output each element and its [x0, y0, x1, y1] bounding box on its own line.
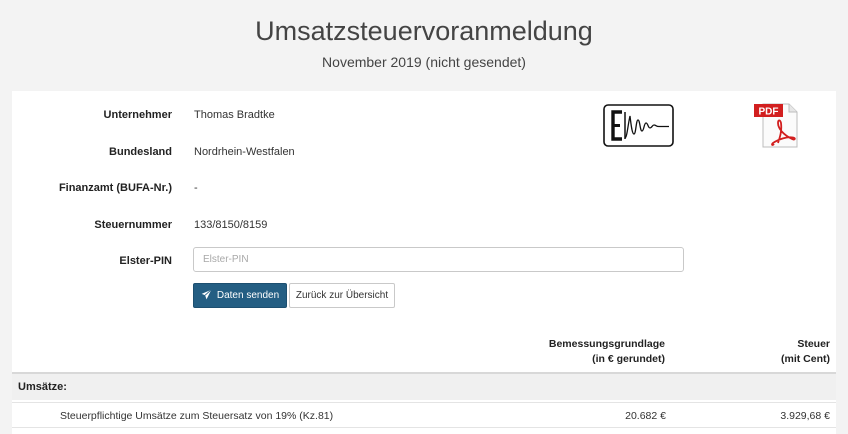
- section-label: Umsätze:: [18, 381, 67, 393]
- elster-logo: [603, 104, 674, 152]
- bundesland-value: Nordrhein-Westfalen: [194, 146, 295, 158]
- table-row: Steuerpflichtige Umsätze zum Steuersatz …: [12, 402, 836, 428]
- back-to-overview-button[interactable]: Zurück zur Übersicht: [289, 283, 395, 308]
- elster-pin-label: Elster-PIN: [119, 255, 172, 267]
- column-header-base: Bemessungsgrundlage (in € gerundet): [549, 337, 665, 367]
- unternehmer-value: Thomas Bradtke: [194, 109, 275, 121]
- page-title: Umsatzsteuervoranmeldung: [255, 16, 593, 46]
- row-tax-value: 3.929,68 €: [780, 410, 830, 422]
- elster-pin-input[interactable]: [193, 247, 684, 272]
- table-section-row: Umsätze:: [12, 374, 836, 400]
- column-header-base-line2: (in € gerundet): [592, 353, 665, 365]
- steuernummer-value: 133/8150/8159: [194, 219, 268, 231]
- row-description: Steuerpflichtige Umsätze zum Steuersatz …: [60, 410, 334, 422]
- column-header-tax: Steuer (mit Cent): [781, 337, 830, 367]
- send-data-label: Daten senden: [216, 290, 280, 301]
- finanzamt-label: Finanzamt (BUFA-Nr.): [58, 182, 172, 194]
- finanzamt-value: -: [194, 182, 198, 194]
- column-header-tax-line1: Steuer: [797, 338, 830, 350]
- send-data-button[interactable]: Daten senden: [193, 283, 287, 308]
- column-header-tax-line2: (mit Cent): [781, 353, 830, 365]
- unternehmer-label: Unternehmer: [103, 109, 172, 121]
- row-base-value: 20.682 €: [625, 410, 666, 422]
- steuernummer-label: Steuernummer: [94, 219, 172, 231]
- bundesland-label: Bundesland: [109, 146, 172, 158]
- pdf-icon[interactable]: PDF: [753, 101, 799, 154]
- page-subtitle: November 2019 (nicht gesendet): [322, 54, 526, 70]
- column-header-base-line1: Bemessungsgrundlage: [548, 338, 665, 350]
- paper-plane-icon: [201, 288, 212, 303]
- pdf-label: PDF: [759, 107, 779, 118]
